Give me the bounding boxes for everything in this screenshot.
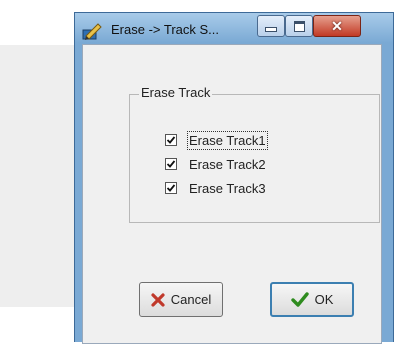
checkmark-icon xyxy=(166,160,176,168)
checkbox-erase-track-3[interactable]: Erase Track3 xyxy=(165,180,266,196)
ok-button[interactable]: OK xyxy=(270,282,354,317)
checkbox-box[interactable] xyxy=(165,158,177,170)
checkmark-icon xyxy=(166,184,176,192)
checkbox-box[interactable] xyxy=(165,182,177,194)
ok-button-label: OK xyxy=(314,292,334,307)
title-bar[interactable]: Erase -> Track S... ✕ xyxy=(75,13,393,43)
green-check-icon xyxy=(290,291,309,308)
erase-track-groupbox: Erase Track Erase Track1 Erase Track2 Er… xyxy=(129,85,380,223)
cancel-button[interactable]: Cancel xyxy=(139,282,223,317)
checkbox-label: Erase Track3 xyxy=(189,180,266,196)
red-x-icon xyxy=(151,292,165,307)
minimize-button[interactable] xyxy=(257,15,285,37)
checkbox-erase-track-1[interactable]: Erase Track1 xyxy=(165,130,268,150)
close-button[interactable]: ✕ xyxy=(313,15,361,37)
desktop-background xyxy=(0,45,74,307)
cancel-button-label: Cancel xyxy=(170,292,212,307)
checkbox-label: Erase Track1 xyxy=(187,130,268,150)
pencil-icon xyxy=(82,23,102,40)
maximize-icon xyxy=(293,20,305,32)
checkmark-icon xyxy=(166,136,176,144)
dialog-client-area: Erase Track Erase Track1 Erase Track2 Er… xyxy=(82,44,382,344)
dialog-window: Erase -> Track S... ✕ Erase Track Erase … xyxy=(74,12,394,344)
window-title: Erase -> Track S... xyxy=(111,22,220,37)
close-icon: ✕ xyxy=(331,17,343,34)
checkbox-erase-track-2[interactable]: Erase Track2 xyxy=(165,156,266,172)
checkbox-box[interactable] xyxy=(165,134,177,146)
caption-buttons: ✕ xyxy=(257,15,361,37)
checkbox-label: Erase Track2 xyxy=(189,156,266,172)
minimize-icon xyxy=(265,26,277,32)
groupbox-title: Erase Track xyxy=(139,85,213,100)
maximize-button[interactable] xyxy=(285,15,313,37)
